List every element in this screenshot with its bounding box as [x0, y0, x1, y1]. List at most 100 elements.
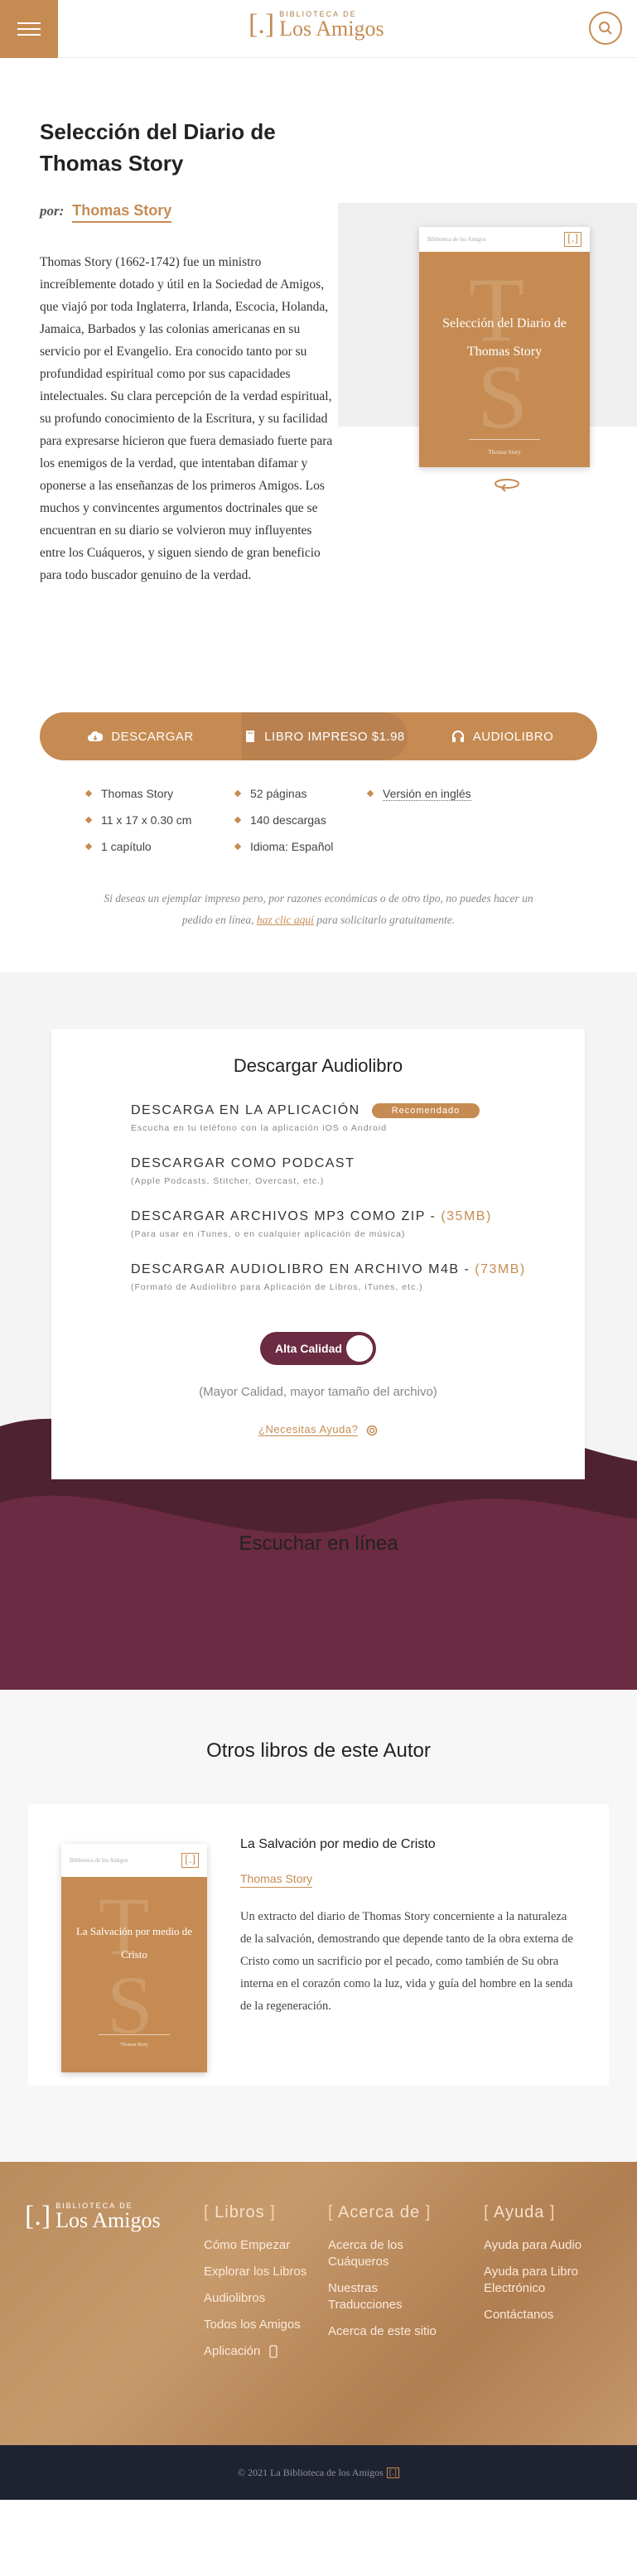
por-label: por: [40, 203, 65, 219]
print-book-button[interactable]: LIBRO IMPRESO $1.98 [217, 712, 408, 760]
cover-top-label: Biblioteca de los Amigos [427, 236, 486, 243]
option-m4b[interactable]: DESCARGAR AUDIOLIBRO EN ARCHIVO M4B - (7… [131, 1262, 526, 1292]
footer-link-app[interactable]: Aplicación [204, 2343, 320, 2360]
meta-chapters: 1 capítulo [84, 838, 235, 855]
help-link[interactable]: ¿Necesitas Ayuda? [51, 1423, 585, 1436]
listen-online-title: Escuchar en línea [239, 1532, 398, 1555]
footer-link[interactable]: Ayuda para Audio [484, 2237, 608, 2254]
copyright-text: © 2021 La Biblioteca de los Amigos [238, 2466, 384, 2478]
footer-logo[interactable]: [.] BIBLIOTECA DE Los Amigos [25, 2202, 161, 2231]
author-line: por: Thomas Story [40, 202, 338, 223]
download-label: DESCARGAR [111, 729, 194, 744]
search-button[interactable] [589, 12, 622, 45]
footer-col-help: [ Ayuda ] Ayuda para Audio Ayuda para Li… [484, 2203, 608, 2333]
footer-link[interactable]: Todos los Amigos [204, 2317, 320, 2333]
other-books-section: Otros libros de este Autor Biblioteca de… [0, 1690, 637, 2162]
action-bar: DESCARGAR LIBRO IMPRESO $1.98 AUDIOLIBRO [40, 712, 597, 760]
book-cover[interactable]: Biblioteca de los Amigos [.] T S Selecci… [419, 227, 590, 467]
footer-col-about: [ Acerca de ] Acerca de los Cuáqueros Nu… [328, 2203, 452, 2350]
diamond-bullet-icon [234, 842, 242, 851]
search-icon [599, 22, 612, 35]
logo-big-text: Los Amigos [279, 17, 384, 41]
audiobook-button[interactable]: AUDIOLIBRO [383, 712, 597, 760]
audiobook-section: Descargar Audiolibro DESCARGA EN LA APLI… [0, 972, 637, 1690]
other-book-description: Un extracto del diario de Thomas Story c… [240, 1910, 573, 2013]
option-app-download[interactable]: DESCARGA EN LA APLICACIÓN Recomendado Esc… [131, 1103, 480, 1133]
diamond-bullet-icon [84, 789, 93, 798]
quality-note: (Mayor Calidad, mayor tamaño del archivo… [199, 1385, 437, 1399]
menu-line [17, 28, 41, 30]
meta-dimensions: 11 x 17 x 0.30 cm [84, 812, 235, 828]
option-mp3-zip[interactable]: DESCARGAR ARCHIVOS MP3 COMO ZIP - (35MB)… [131, 1209, 492, 1239]
meta-language: Idioma: Español [234, 838, 368, 855]
footer-link[interactable]: Ayuda para Libro Electrónico [484, 2264, 608, 2297]
book-title: Selección del Diario de Thomas Story [40, 119, 276, 176]
logo-mark-icon: [.] [249, 9, 275, 40]
site-footer: [.] BIBLIOTECA DE Los Amigos [ Libros ] … [0, 2162, 637, 2445]
other-book-title[interactable]: La Salvación por medio de Cristo [240, 1837, 580, 1852]
footer-col-books: [ Libros ] Cómo Empezar Explorar los Lib… [204, 2203, 320, 2370]
other-book-cover[interactable]: Biblioteca de los Amigos [.] T S La Salv… [61, 1844, 207, 2072]
cover-area: Biblioteca de los Amigos [.] T S Selecci… [378, 174, 637, 492]
cover-author: Thomas Story [488, 449, 521, 456]
cover-rule [99, 2034, 170, 2035]
audiobook-card: Descargar Audiolibro DESCARGA EN LA APLI… [51, 1029, 585, 1479]
book-hero: Selección del Diario de Thomas Story por… [0, 58, 637, 666]
help-lifebuoy-icon [366, 1425, 378, 1435]
other-book-card[interactable]: Biblioteca de los Amigos [.] T S La Salv… [28, 1804, 609, 2086]
meta-downloads: 140 descargas [234, 812, 368, 828]
headphones-icon [451, 731, 464, 742]
download-button[interactable]: DESCARGAR [40, 712, 242, 760]
footer-link[interactable]: Cómo Empezar [204, 2237, 320, 2254]
meta-pages: 52 páginas [234, 785, 368, 802]
footer-link[interactable]: Explorar los Libros [204, 2264, 320, 2280]
cover-title: Selección del Diario de Thomas Story [442, 316, 567, 359]
diamond-bullet-icon [84, 816, 93, 824]
cloud-download-icon [88, 731, 104, 741]
hamburger-menu-button[interactable] [0, 0, 58, 58]
cover-title: La Salvación por medio de Cristo [75, 1925, 193, 1961]
cover-rule [469, 439, 540, 440]
footer-link[interactable]: Audiolibros [204, 2290, 320, 2307]
book-icon [246, 731, 255, 742]
book-meta: Thomas Story 52 páginas Versión en inglé… [84, 785, 637, 855]
meta-english-version[interactable]: Versión en inglés [366, 785, 500, 802]
menu-line [17, 22, 41, 24]
cover-top-label: Biblioteca de los Amigos [70, 1857, 128, 1864]
menu-line [17, 34, 41, 36]
audiobook-title: Descargar Audiolibro [233, 1055, 403, 1076]
site-logo[interactable]: [.] BIBLIOTECA DE Los Amigos [249, 10, 384, 40]
book-info: Selección del Diario de Thomas Story por… [0, 116, 338, 586]
cover-author: Thomas Story [120, 2043, 148, 2048]
diamond-bullet-icon [234, 789, 242, 798]
other-book-author[interactable]: Thomas Story [240, 1872, 313, 1888]
diamond-bullet-icon [234, 816, 242, 824]
other-books-title: Otros libros de este Autor [206, 1739, 431, 1762]
author-link[interactable]: Thomas Story [72, 202, 172, 223]
diamond-bullet-icon [84, 842, 93, 851]
footer-link[interactable]: Contáctanos [484, 2307, 608, 2323]
audiobook-label: AUDIOLIBRO [472, 729, 554, 744]
rotate-cover-icon[interactable] [492, 476, 522, 493]
quality-toggle[interactable]: Alta Calidad [260, 1332, 376, 1365]
phone-icon [268, 2345, 277, 2358]
copyright-logo-icon: [.] [386, 2467, 399, 2478]
diamond-bullet-icon [366, 789, 374, 798]
site-header: [.] BIBLIOTECA DE Los Amigos [0, 0, 637, 58]
footer-link[interactable]: Nuestras Traducciones [328, 2280, 452, 2313]
recommended-badge: Recomendado [371, 1103, 480, 1118]
footer-link[interactable]: Acerca de los Cuáqueros [328, 2237, 452, 2270]
free-copy-link[interactable]: haz clic aquí [257, 914, 314, 926]
other-book-info: La Salvación por medio de Cristo Thomas … [240, 1837, 580, 2018]
copyright-bar: © 2021 La Biblioteca de los Amigos [.] [0, 2445, 637, 2500]
print-book-label: LIBRO IMPRESO $1.98 [264, 729, 405, 744]
cover-logo-icon: [.] [564, 232, 582, 247]
meta-author: Thomas Story [84, 785, 235, 802]
footer-link[interactable]: Acerca de este sitio [328, 2323, 452, 2340]
quality-toggle-label: Alta Calidad [275, 1342, 342, 1355]
toggle-knob [346, 1335, 373, 1362]
option-podcast[interactable]: DESCARGAR COMO PODCAST (Apple Podcasts, … [131, 1156, 355, 1186]
logo-mark-icon: [.] [25, 2201, 51, 2231]
book-description: Thomas Story (1662-1742) fue un ministro… [40, 255, 333, 582]
cover-logo-icon: [.] [181, 1853, 199, 1868]
